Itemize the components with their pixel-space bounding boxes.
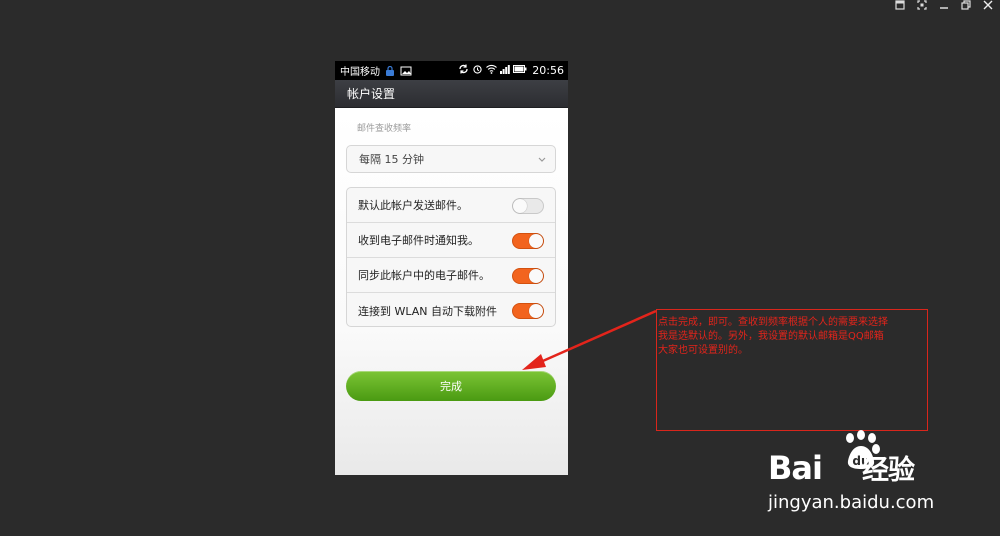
option-label: 默认此帐户发送邮件。 [358, 199, 468, 212]
lock-icon [384, 65, 396, 76]
watermark-logo: Bai 经验 [768, 449, 915, 487]
option-label: 连接到 WLAN 自动下载附件 [358, 304, 498, 318]
option-wlan-download: 连接到 WLAN 自动下载附件 [347, 293, 555, 328]
carrier-label: 中国移动 [340, 67, 380, 78]
restore-icon[interactable] [960, 0, 972, 12]
option-label: 同步此帐户中的电子邮件。 [358, 269, 490, 282]
phone-screen: 中国移动 20:56 帐户设置 邮件查收频率 每隔 15 分钟 默认此帐户发送邮… [335, 61, 568, 475]
page-title: 帐户设置 [335, 80, 568, 108]
frequency-select[interactable]: 每隔 15 分钟 [346, 145, 556, 173]
status-bar: 中国移动 20:56 [335, 61, 568, 80]
sync-toggle[interactable] [512, 268, 544, 284]
pin-icon[interactable] [894, 0, 906, 12]
annotation-line: 我是选默认的。另外，我设置的默认邮箱是QQ邮箱 [658, 331, 884, 342]
image-icon [400, 66, 412, 76]
done-button[interactable]: 完成 [346, 371, 556, 401]
close-icon[interactable] [982, 0, 994, 12]
annotation-line: 大家也可设置别的。 [658, 345, 748, 356]
frequency-select-value: 每隔 15 分钟 [359, 153, 424, 166]
signal-icon [500, 64, 511, 77]
wifi-icon [486, 64, 498, 77]
option-notify: 收到电子邮件时通知我。 [347, 223, 555, 258]
option-label: 收到电子邮件时通知我。 [358, 234, 479, 247]
settings-content: 邮件查收频率 每隔 15 分钟 默认此帐户发送邮件。 收到电子邮件时通知我。 同… [335, 108, 568, 475]
options-list: 默认此帐户发送邮件。 收到电子邮件时通知我。 同步此帐户中的电子邮件。 连接到 … [346, 187, 556, 327]
sync-icon [458, 64, 469, 77]
option-sync: 同步此帐户中的电子邮件。 [347, 258, 555, 293]
chevron-down-icon [537, 154, 547, 164]
annotation-line: 点击完成，即可。查收到频率根据个人的需要来选择 [658, 317, 888, 328]
wlan-download-toggle[interactable] [512, 303, 544, 319]
option-default-send: 默认此帐户发送邮件。 [347, 188, 555, 223]
default-send-toggle[interactable] [512, 198, 544, 214]
notify-toggle[interactable] [512, 233, 544, 249]
frequency-section-label: 邮件查收频率 [357, 124, 412, 134]
battery-icon [513, 64, 527, 77]
alarm-icon [472, 64, 483, 77]
watermark-url: jingyan.baidu.com [768, 492, 935, 513]
clock-label: 20:56 [532, 64, 564, 77]
window-controls [894, 0, 994, 12]
annotation-box: 点击完成，即可。查收到频率根据个人的需要来选择 我是选默认的。另外，我设置的默认… [656, 309, 928, 431]
minimize-icon[interactable] [938, 0, 950, 12]
fullscreen-icon[interactable] [916, 0, 928, 12]
baidu-watermark: du Bai 经验 jingyan.baidu.com [768, 430, 968, 520]
